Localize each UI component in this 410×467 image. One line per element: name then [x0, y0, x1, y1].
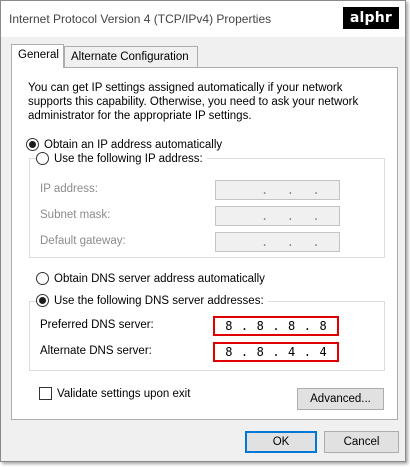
use-ip-manual-option[interactable]: Use the following IP address: — [36, 152, 207, 165]
use-dns-manual-option[interactable]: Use the following DNS server addresses: — [36, 294, 268, 307]
preferred-dns-label: Preferred DNS server: — [40, 319, 154, 331]
tab-general[interactable]: General — [11, 44, 64, 68]
use-ip-manual-label: Use the following IP address: — [54, 152, 203, 165]
validate-settings-checkbox[interactable] — [39, 387, 52, 400]
use-dns-manual-radio[interactable] — [36, 294, 49, 307]
tab-alternate-configuration[interactable]: Alternate Configuration — [64, 46, 198, 67]
obtain-ip-auto-label: Obtain an IP address automatically — [44, 138, 223, 151]
ip-address-field: ... — [215, 180, 340, 200]
obtain-dns-auto-radio[interactable] — [36, 272, 49, 285]
use-dns-manual-label: Use the following DNS server addresses: — [54, 294, 264, 307]
subnet-mask-field: ... — [215, 206, 340, 226]
description-text: You can get IP settings assigned automat… — [28, 82, 359, 122]
obtain-ip-auto-option[interactable]: Obtain an IP address automatically — [26, 138, 227, 151]
alternate-dns-label: Alternate DNS server: — [40, 345, 152, 357]
title-bar[interactable]: Internet Protocol Version 4 (TCP/IPv4) P… — [1, 1, 405, 37]
preferred-dns-field[interactable]: 8.8.8.8 — [213, 316, 339, 336]
general-tab-panel: You can get IP settings assigned automat… — [11, 67, 398, 420]
ok-button[interactable]: OK — [245, 431, 317, 453]
window-title: Internet Protocol Version 4 (TCP/IPv4) P… — [9, 12, 272, 26]
ip-address-label: IP address: — [40, 183, 98, 195]
alphr-logo: alphr — [342, 7, 399, 29]
obtain-ip-auto-radio[interactable] — [26, 138, 39, 151]
default-gateway-label: Default gateway: — [40, 235, 126, 247]
advanced-button[interactable]: Advanced... — [297, 388, 384, 410]
use-ip-manual-radio[interactable] — [36, 152, 49, 165]
subnet-mask-label: Subnet mask: — [40, 209, 111, 221]
validate-settings-label: Validate settings upon exit — [57, 387, 191, 400]
properties-dialog: Internet Protocol Version 4 (TCP/IPv4) P… — [0, 0, 406, 462]
default-gateway-field: ... — [215, 232, 340, 252]
obtain-dns-auto-label: Obtain DNS server address automatically — [54, 272, 265, 285]
alternate-dns-field[interactable]: 8.8.4.4 — [213, 342, 339, 362]
cancel-button[interactable]: Cancel — [324, 431, 399, 453]
obtain-dns-auto-option[interactable]: Obtain DNS server address automatically — [36, 272, 269, 285]
validate-settings-option[interactable]: Validate settings upon exit — [39, 387, 190, 400]
